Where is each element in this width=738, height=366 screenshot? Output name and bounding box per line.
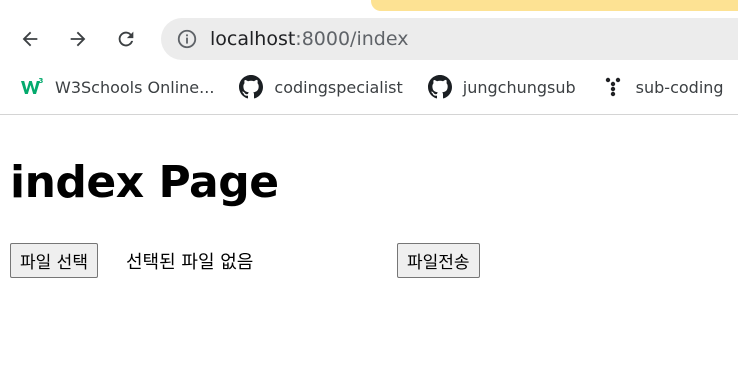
active-tab-edge[interactable] — [371, 0, 738, 11]
bookmark-label: sub-coding — [635, 77, 724, 97]
url-text[interactable]: localhost:8000/index — [210, 28, 408, 50]
page-title: index Page — [10, 157, 279, 208]
github-icon — [239, 75, 264, 99]
url-host: localhost — [210, 28, 296, 50]
bookmark-label: jungchungsub — [462, 77, 576, 97]
browser-toolbar: localhost:8000/index — [0, 14, 738, 64]
bookmark-w3schools[interactable]: 3 W3Schools Online... — [20, 75, 214, 99]
submit-button[interactable]: 파일전송 — [397, 243, 480, 278]
bookmarks-bar: 3 W3Schools Online... codingspecialist j… — [0, 68, 738, 106]
info-icon[interactable] — [176, 28, 198, 50]
bookmark-label: codingspecialist — [274, 77, 403, 97]
file-choose-button[interactable]: 파일 선택 — [10, 243, 98, 278]
address-bar[interactable]: localhost:8000/index — [161, 18, 738, 60]
bookmark-label: W3Schools Online... — [55, 77, 215, 97]
file-status-text: 선택된 파일 없음 — [126, 251, 254, 273]
browser-chrome: localhost:8000/index 3 W3Schools Online.… — [0, 0, 738, 114]
bookmark-codingspecialist[interactable]: codingspecialist — [239, 75, 403, 99]
svg-text:3: 3 — [39, 77, 44, 85]
github-icon — [427, 75, 452, 99]
forward-button[interactable] — [63, 22, 93, 56]
bookmark-jungchungsub[interactable]: jungchungsub — [427, 75, 576, 99]
w3schools-icon: 3 — [20, 75, 44, 99]
upload-form: 파일 선택 선택된 파일 없음 파일전송 — [10, 243, 730, 279]
arrow-right-icon — [70, 31, 86, 47]
reload-button[interactable] — [111, 22, 141, 56]
back-button[interactable] — [15, 22, 45, 56]
page-content: index Page 파일 선택 선택된 파일 없음 파일전송 — [0, 115, 738, 366]
arrow-left-icon — [22, 31, 38, 47]
reload-icon — [118, 31, 134, 47]
dots-icon — [601, 75, 625, 99]
url-path: :8000/index — [295, 28, 409, 50]
bookmark-sub-coding[interactable]: sub-coding — [601, 75, 724, 99]
